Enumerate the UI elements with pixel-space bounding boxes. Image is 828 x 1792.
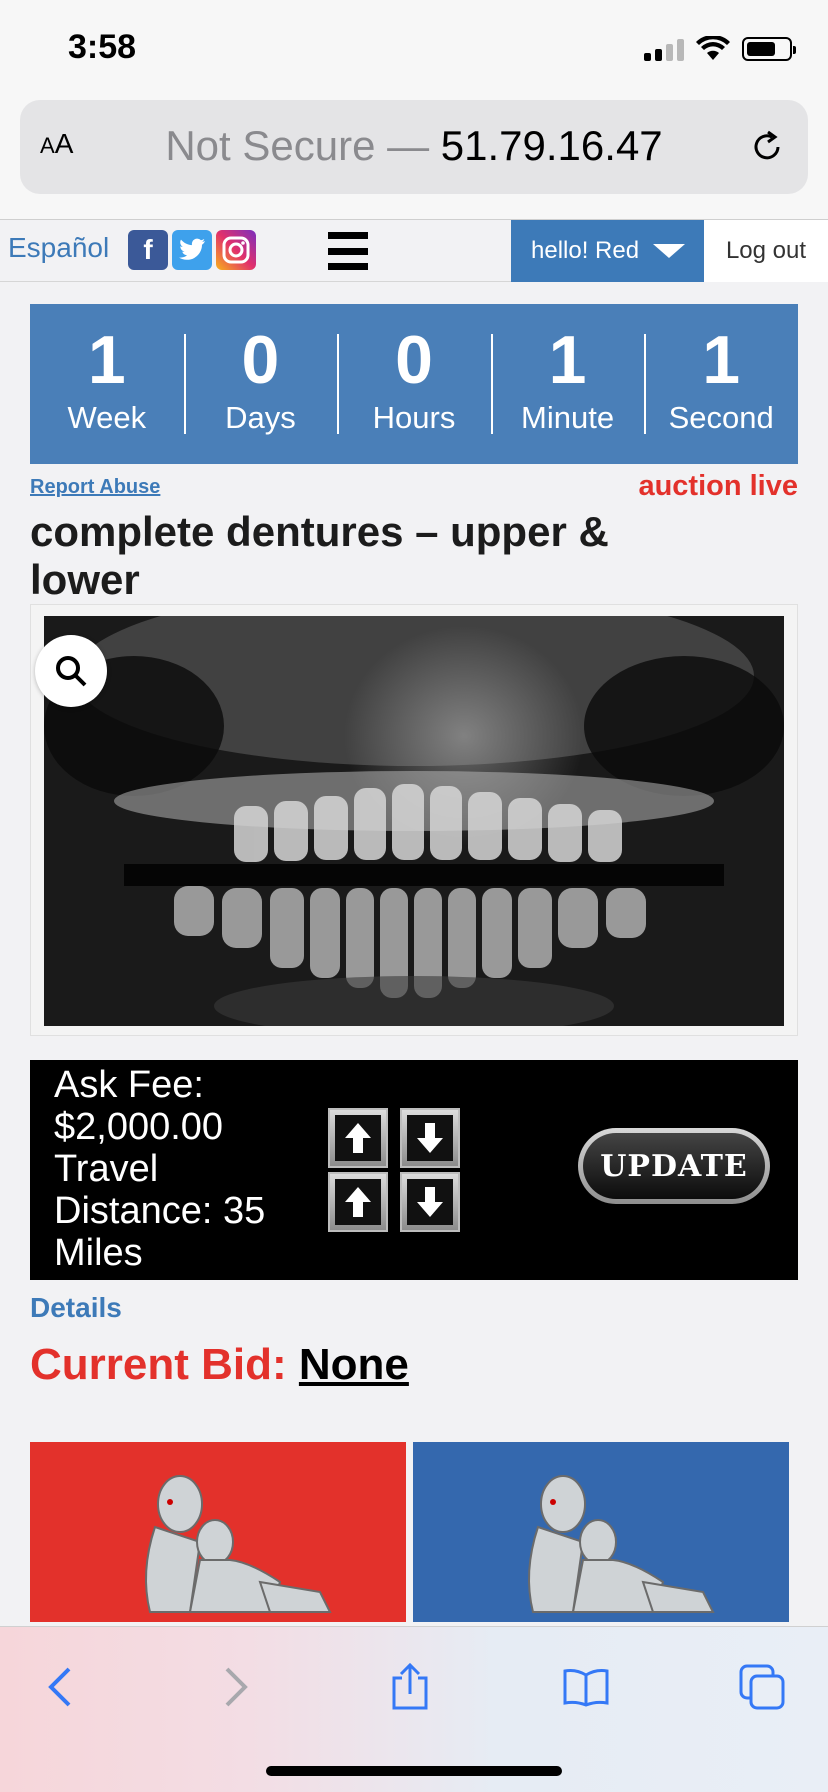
language-link[interactable]: Español	[8, 232, 109, 264]
current-bid-label: Current Bid:	[30, 1340, 287, 1389]
security-warning: Not Secure —	[165, 122, 430, 169]
countdown-label: Week	[67, 400, 147, 435]
distance-decrease-button[interactable]	[400, 1172, 460, 1232]
auction-countdown: 1 Week 0 Days 0 Hours 1 Minute 1 Second	[30, 304, 798, 464]
ask-fee-text: Ask Fee: $2,000.00 Travel Distance: 35 M…	[54, 1064, 266, 1274]
user-menu-button[interactable]: hello! Red	[511, 220, 704, 282]
countdown-value: 1	[702, 322, 741, 398]
countdown-value: 0	[241, 322, 280, 398]
forward-icon[interactable]	[206, 1657, 266, 1717]
ask-fee-panel: Ask Fee: $2,000.00 Travel Distance: 35 M…	[30, 1060, 798, 1280]
fee-increase-button[interactable]	[328, 1108, 388, 1168]
current-bid-value[interactable]: None	[299, 1340, 409, 1389]
arrow-up-icon	[345, 1187, 371, 1217]
dental-chair-icon	[528, 1475, 715, 1613]
arrow-down-icon	[417, 1187, 443, 1217]
countdown-value: 1	[548, 322, 587, 398]
distance-increase-button[interactable]	[328, 1172, 388, 1232]
xray-image[interactable]	[44, 616, 784, 1026]
url-display[interactable]: Not Secure — 51.79.16.47	[20, 122, 808, 170]
countdown-label: Minute	[521, 400, 615, 435]
battery-icon	[742, 37, 796, 61]
countdown-week: 1 Week	[30, 326, 184, 435]
countdown-value: 1	[87, 322, 126, 398]
site-header: Español f hello! Red Log out	[0, 220, 828, 282]
countdown-second: 1 Second	[644, 326, 798, 435]
listing-title: complete dentures – upper & lower	[30, 508, 609, 603]
countdown-label: Second	[668, 400, 774, 435]
cellular-signal-icon	[644, 37, 684, 61]
logout-button[interactable]: Log out	[704, 220, 828, 282]
auction-status: auction live	[638, 470, 798, 502]
countdown-minute: 1 Minute	[490, 326, 645, 435]
countdown-label: Days	[225, 400, 296, 435]
share-icon[interactable]	[380, 1657, 440, 1717]
countdown-hours: 0 Hours	[337, 326, 491, 435]
countdown-value: 0	[395, 322, 433, 398]
zoom-icon[interactable]	[35, 635, 107, 707]
back-icon[interactable]	[30, 1657, 90, 1717]
details-link[interactable]: Details	[30, 1292, 122, 1324]
arrow-down-icon	[417, 1123, 443, 1153]
fee-decrease-button[interactable]	[400, 1108, 460, 1168]
url-host: 51.79.16.47	[440, 122, 663, 169]
promo-tile-blue[interactable]	[413, 1442, 789, 1622]
twitter-icon[interactable]	[172, 230, 212, 270]
status-time: 3:58	[68, 28, 137, 66]
promo-tile-red[interactable]	[30, 1442, 406, 1622]
arrow-up-icon	[345, 1123, 371, 1153]
social-links: f	[128, 230, 256, 270]
report-abuse-link[interactable]: Report Abuse	[30, 476, 160, 499]
dental-chair-icon	[145, 1475, 332, 1613]
update-button-label: UPDATE	[583, 1133, 765, 1199]
browser-toolbar	[0, 1626, 828, 1792]
address-bar[interactable]: AA Not Secure — 51.79.16.47	[20, 100, 808, 194]
user-greeting: hello! Red	[531, 237, 640, 264]
instagram-icon[interactable]	[216, 230, 256, 270]
bookmarks-icon[interactable]	[556, 1657, 616, 1717]
browser-address-area: AA Not Secure — 51.79.16.47	[0, 96, 828, 220]
listing-image-frame	[30, 604, 798, 1036]
adjust-arrows	[328, 1108, 460, 1232]
menu-icon[interactable]	[328, 232, 368, 270]
update-button[interactable]: UPDATE	[578, 1128, 770, 1204]
status-bar: 3:58	[0, 0, 828, 96]
countdown-days: 0 Days	[183, 326, 338, 435]
reload-icon[interactable]	[750, 130, 784, 164]
status-icons	[644, 36, 796, 62]
wifi-icon	[696, 36, 730, 60]
current-bid: Current Bid: None	[30, 1340, 409, 1390]
countdown-label: Hours	[372, 400, 456, 435]
home-indicator	[266, 1766, 562, 1776]
chevron-down-icon	[653, 244, 686, 258]
facebook-icon[interactable]: f	[128, 230, 168, 270]
tabs-icon[interactable]	[732, 1657, 792, 1717]
